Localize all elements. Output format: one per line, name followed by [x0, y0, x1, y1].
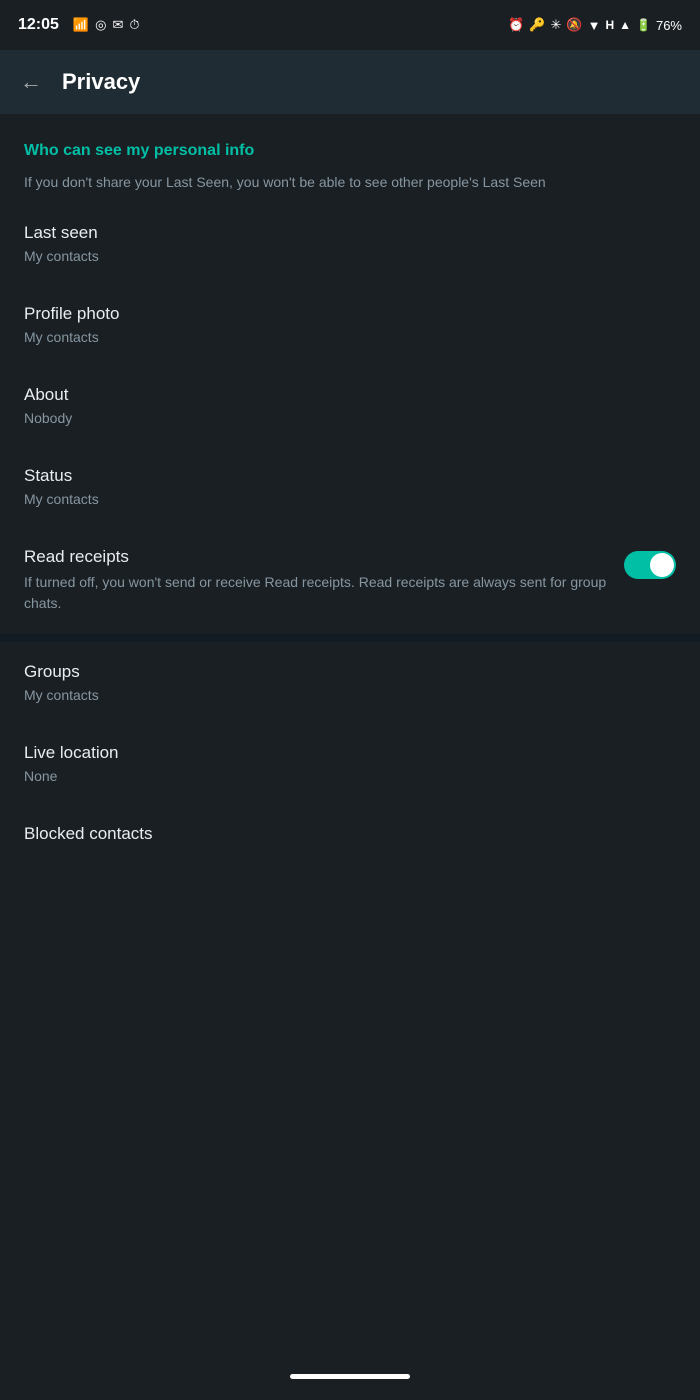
about-text: About Nobody: [24, 385, 676, 426]
bluetooth-icon: ✳: [550, 17, 561, 33]
page-title: Privacy: [62, 69, 140, 95]
blocked-contacts-text: Blocked contacts: [24, 824, 676, 849]
status-subtitle: My contacts: [24, 491, 676, 507]
battery-percent: 76%: [656, 18, 682, 33]
alarm-icon: ⏰: [508, 17, 524, 33]
bottom-bar: [0, 1352, 700, 1400]
status-bar-left: 12:05 📶 ◎ ✉ ⏱: [18, 16, 140, 34]
status-bar: 12:05 📶 ◎ ✉ ⏱ ⏰ 🔑 ✳ 🔕 ▼ H ▲ 🔋 76%: [0, 0, 700, 50]
read-receipts-toggle-container: [624, 547, 676, 579]
section-description: If you don't share your Last Seen, you w…: [24, 172, 676, 193]
live-location-setting[interactable]: Live location None: [0, 723, 700, 804]
last-seen-subtitle: My contacts: [24, 248, 676, 264]
profile-photo-setting[interactable]: Profile photo My contacts: [0, 284, 700, 365]
last-seen-setting[interactable]: Last seen My contacts: [0, 203, 700, 284]
circle-status-icon: ◎: [95, 17, 106, 33]
read-receipts-setting[interactable]: Read receipts If turned off, you won't s…: [0, 527, 700, 634]
status-time: 12:05: [18, 16, 59, 34]
read-receipts-toggle[interactable]: [624, 551, 676, 579]
status-icons-left: 📶 ◎ ✉ ⏱: [73, 17, 140, 33]
app-bar: ← Privacy: [0, 50, 700, 114]
key-icon: 🔑: [529, 17, 545, 33]
blocked-contacts-title: Blocked contacts: [24, 824, 676, 844]
groups-title: Groups: [24, 662, 676, 682]
content: Who can see my personal info If you don'…: [0, 114, 700, 869]
status-icons-right: ⏰ 🔑 ✳ 🔕 ▼ H ▲ 🔋 76%: [508, 17, 682, 33]
live-location-text: Live location None: [24, 743, 676, 784]
groups-subtitle: My contacts: [24, 687, 676, 703]
wifi-icon: ▼: [588, 18, 601, 33]
section-divider: [0, 634, 700, 642]
signal-bars-icon: 📶: [73, 17, 89, 33]
h-network-icon: H: [605, 18, 614, 32]
profile-photo-subtitle: My contacts: [24, 329, 676, 345]
last-seen-title: Last seen: [24, 223, 676, 243]
about-title: About: [24, 385, 676, 405]
back-button[interactable]: ←: [20, 69, 42, 95]
inbox-icon: ✉: [112, 17, 123, 33]
groups-setting[interactable]: Groups My contacts: [0, 642, 700, 723]
profile-photo-title: Profile photo: [24, 304, 676, 324]
last-seen-text: Last seen My contacts: [24, 223, 676, 264]
status-setting[interactable]: Status My contacts: [0, 446, 700, 527]
timer-icon: ⏱: [129, 17, 139, 33]
profile-photo-text: Profile photo My contacts: [24, 304, 676, 345]
read-receipts-text: Read receipts If turned off, you won't s…: [24, 547, 624, 614]
battery-icon: 🔋: [636, 18, 651, 32]
home-indicator: [290, 1374, 410, 1379]
mute-icon: 🔕: [566, 17, 582, 33]
signal-strength-icon: ▲: [619, 18, 631, 32]
live-location-subtitle: None: [24, 768, 676, 784]
about-setting[interactable]: About Nobody: [0, 365, 700, 446]
section-title: Who can see my personal info: [24, 142, 676, 160]
groups-text: Groups My contacts: [24, 662, 676, 703]
status-text: Status My contacts: [24, 466, 676, 507]
read-receipts-description: If turned off, you won't send or receive…: [24, 572, 624, 614]
about-subtitle: Nobody: [24, 410, 676, 426]
personal-info-section-header: Who can see my personal info If you don'…: [0, 114, 700, 203]
live-location-title: Live location: [24, 743, 676, 763]
status-title: Status: [24, 466, 676, 486]
read-receipts-title: Read receipts: [24, 547, 624, 567]
blocked-contacts-setting[interactable]: Blocked contacts: [0, 804, 700, 869]
